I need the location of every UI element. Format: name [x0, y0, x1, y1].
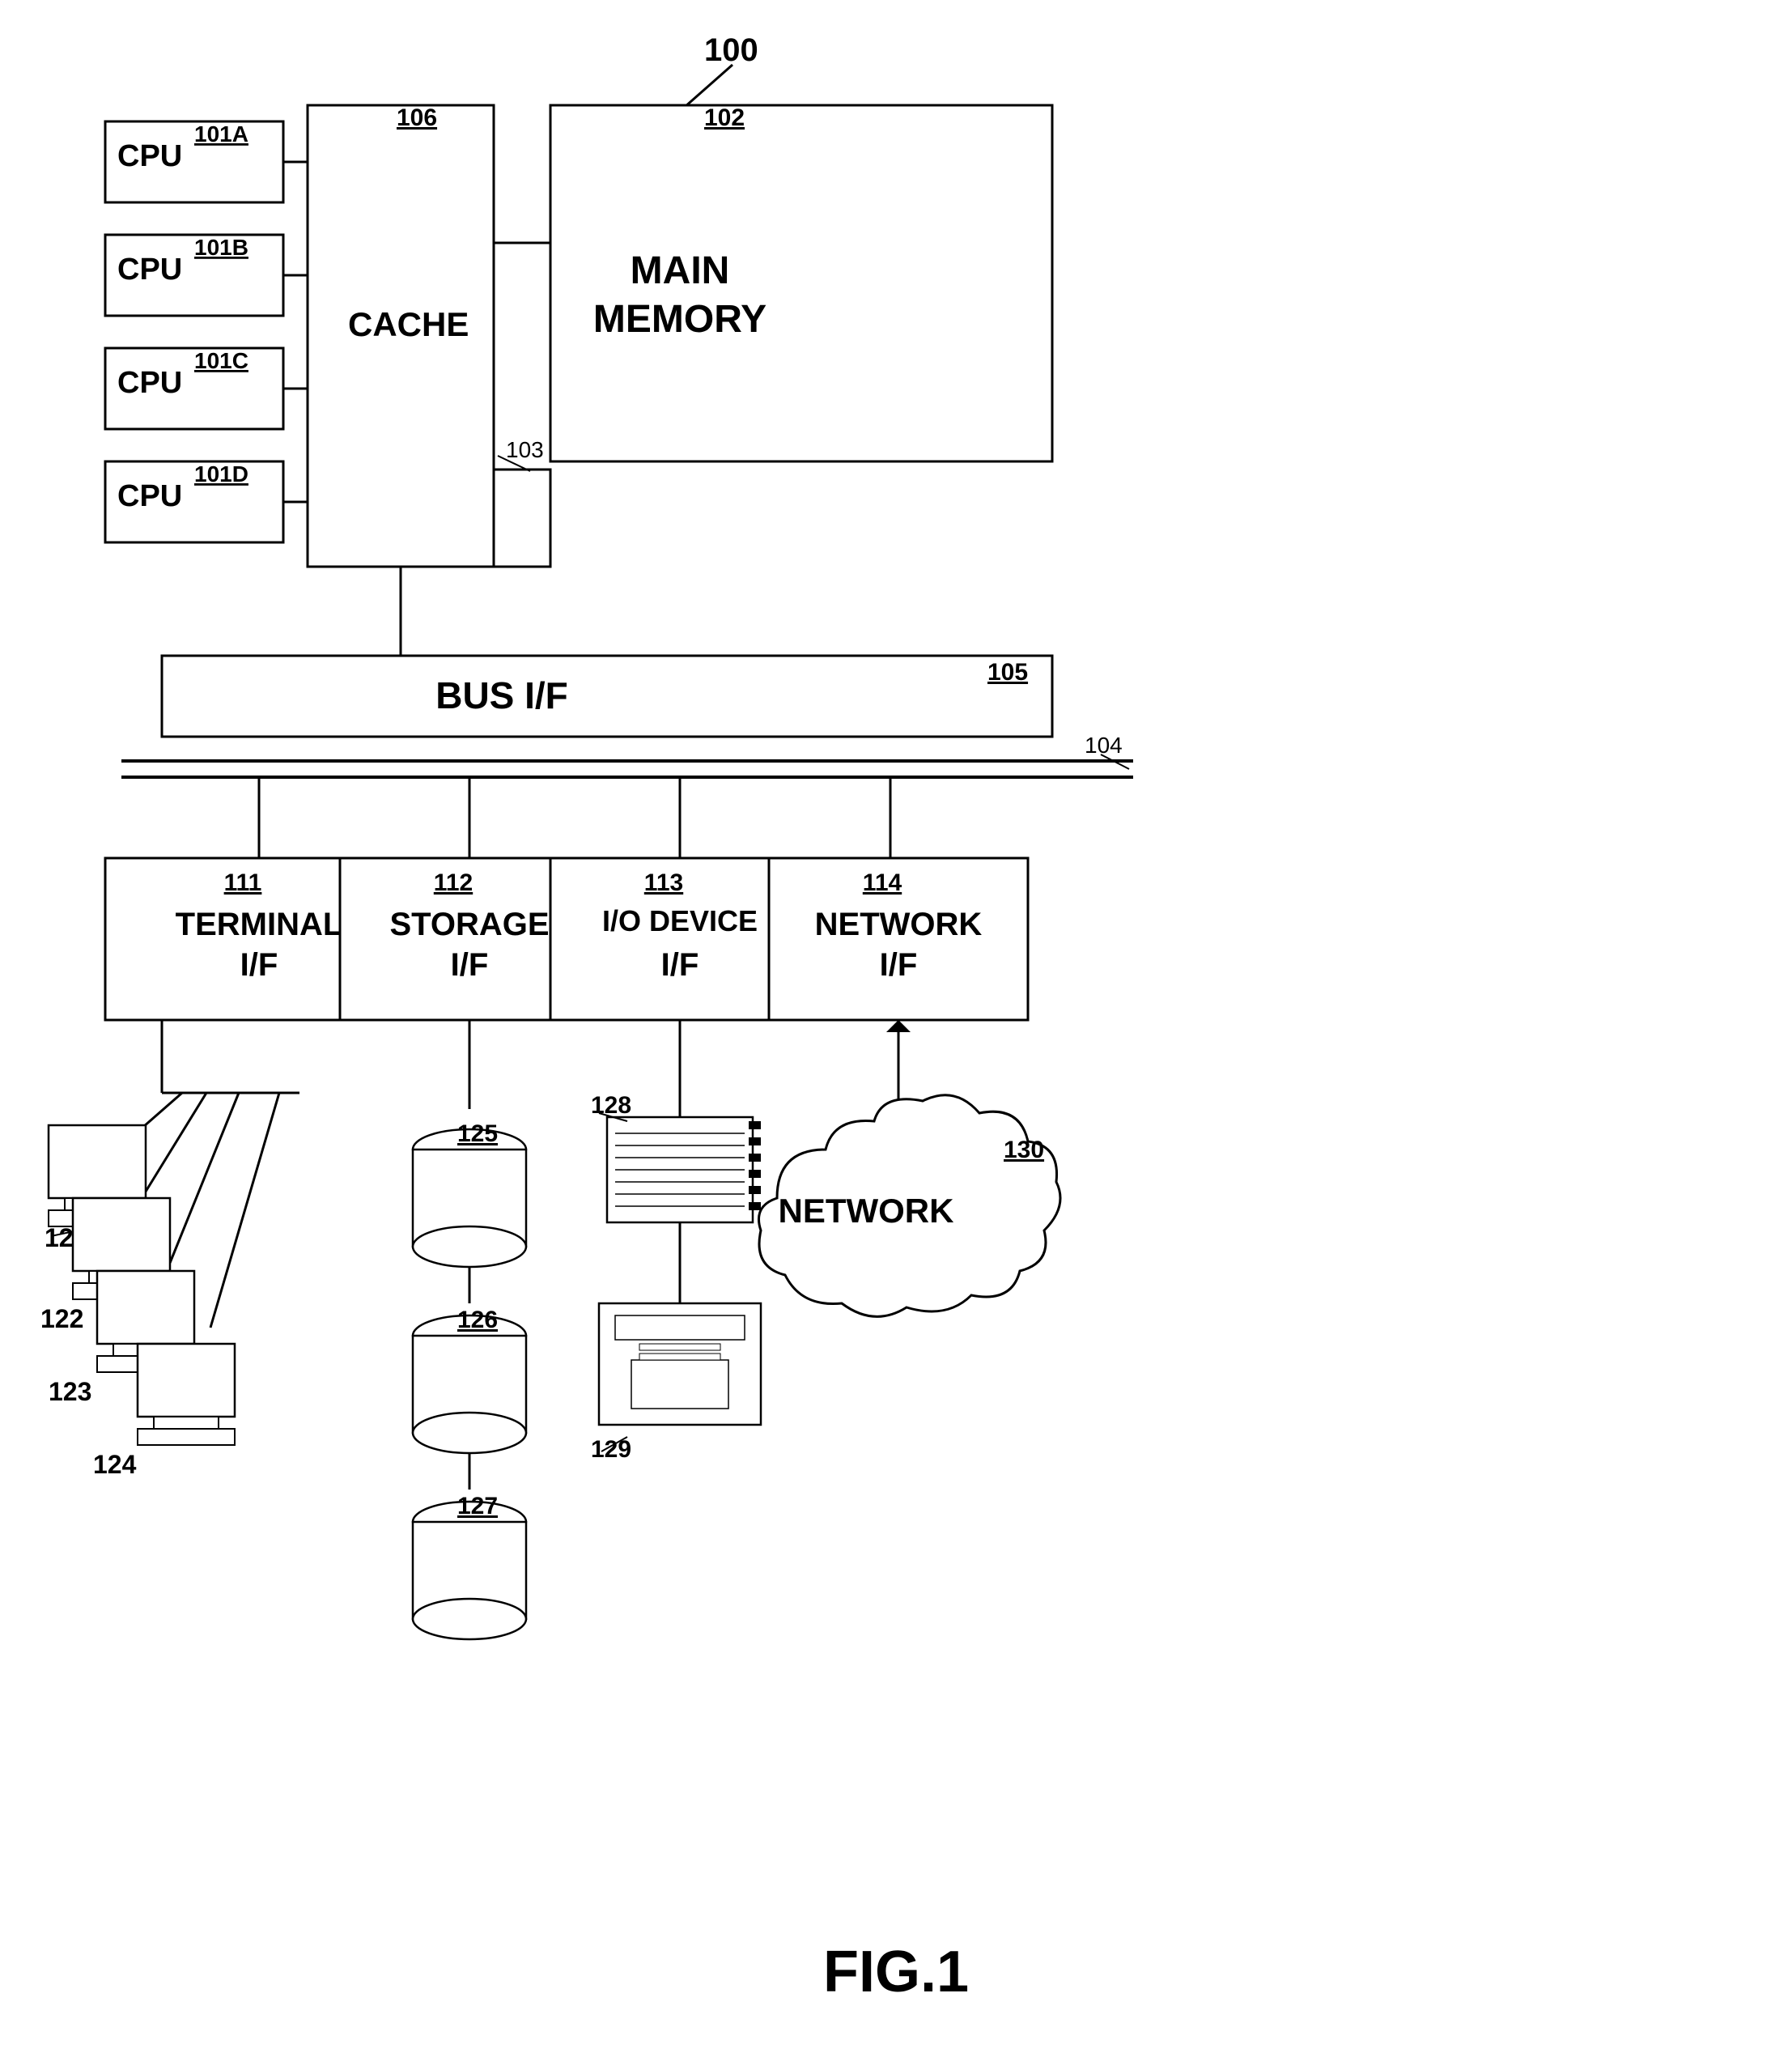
ref-122: 122: [40, 1304, 83, 1333]
ref-126: 126: [457, 1307, 498, 1333]
printer-output: [631, 1360, 728, 1409]
diagram-container: 100 CPU 101A CPU 101B CPU 101C CPU 101D …: [0, 0, 1792, 2057]
ref-127: 127: [457, 1493, 498, 1519]
terminal-121-screen: [49, 1125, 146, 1198]
io-connector1: [749, 1121, 761, 1129]
bus-if-ref: 105: [987, 659, 1028, 686]
ref-130: 130: [1004, 1137, 1044, 1163]
io-if-label1: I/O DEVICE: [602, 904, 758, 937]
ref-123: 123: [49, 1377, 91, 1406]
io-connector2: [749, 1137, 761, 1145]
ref-128: 128: [591, 1092, 631, 1119]
io-connector4: [749, 1170, 761, 1178]
ref-103: 103: [506, 437, 544, 462]
bus-connector-box: [494, 470, 550, 567]
main-memory-ref: 102: [704, 104, 745, 131]
io-if-label2: I/F: [661, 947, 699, 983]
cpu-b-label: CPU: [117, 253, 182, 287]
storage-if-ref: 112: [434, 869, 473, 896]
ref-125: 125: [457, 1120, 498, 1147]
network-if-label2: I/F: [880, 947, 918, 983]
terminal-124-screen: [138, 1344, 235, 1417]
network-label: NETWORK: [779, 1192, 954, 1230]
bus-if-label: BUS I/F: [435, 674, 568, 716]
cache-label: CACHE: [348, 305, 469, 343]
terminal-if-label1: TERMINAL: [176, 907, 343, 942]
ref-124: 124: [93, 1450, 137, 1479]
ref-104: 104: [1085, 733, 1123, 758]
ref-100: 100: [704, 32, 758, 68]
cpu-c-label: CPU: [117, 366, 182, 400]
cpu-c-ref: 101C: [194, 348, 248, 373]
storage-126-bottom: [413, 1413, 526, 1453]
cache-ref: 106: [397, 104, 437, 131]
terminal-if-label2: I/F: [240, 947, 278, 983]
printer-paper1: [639, 1344, 720, 1350]
network-if-ref: 114: [863, 869, 902, 896]
figure-label: FIG.1: [823, 1940, 969, 2004]
terminal-123-screen: [97, 1271, 194, 1344]
storage-if-label2: I/F: [451, 947, 489, 983]
io-connector6: [749, 1202, 761, 1210]
bus-if-box: [162, 656, 1052, 737]
cpu-a-ref: 101A: [194, 121, 248, 147]
ref-129: 129: [591, 1436, 631, 1463]
io-if-ref: 113: [644, 869, 683, 896]
terminal-122-screen: [73, 1198, 170, 1271]
io-connector3: [749, 1154, 761, 1162]
storage-125-bottom: [413, 1226, 526, 1267]
cpu-b-ref: 101B: [194, 235, 248, 260]
main-memory-label2: MEMORY: [593, 298, 766, 341]
terminal-if-ref: 111: [224, 869, 262, 896]
printer-paper2: [639, 1354, 720, 1360]
main-memory-box: [550, 105, 1052, 461]
terminal-124-keyboard: [138, 1429, 235, 1445]
cpu-d-label: CPU: [117, 479, 182, 513]
main-memory-label1: MAIN: [631, 249, 730, 292]
cpu-a-label: CPU: [117, 139, 182, 173]
io-connector5: [749, 1186, 761, 1194]
printer-paper-feed: [615, 1315, 745, 1340]
terminal-124-base: [154, 1417, 219, 1429]
storage-if-label1: STORAGE: [389, 907, 549, 942]
network-arrow-up: [886, 1020, 911, 1032]
network-if-label1: NETWORK: [815, 907, 983, 942]
storage-127-bottom: [413, 1599, 526, 1639]
cpu-d-ref: 101D: [194, 461, 248, 487]
